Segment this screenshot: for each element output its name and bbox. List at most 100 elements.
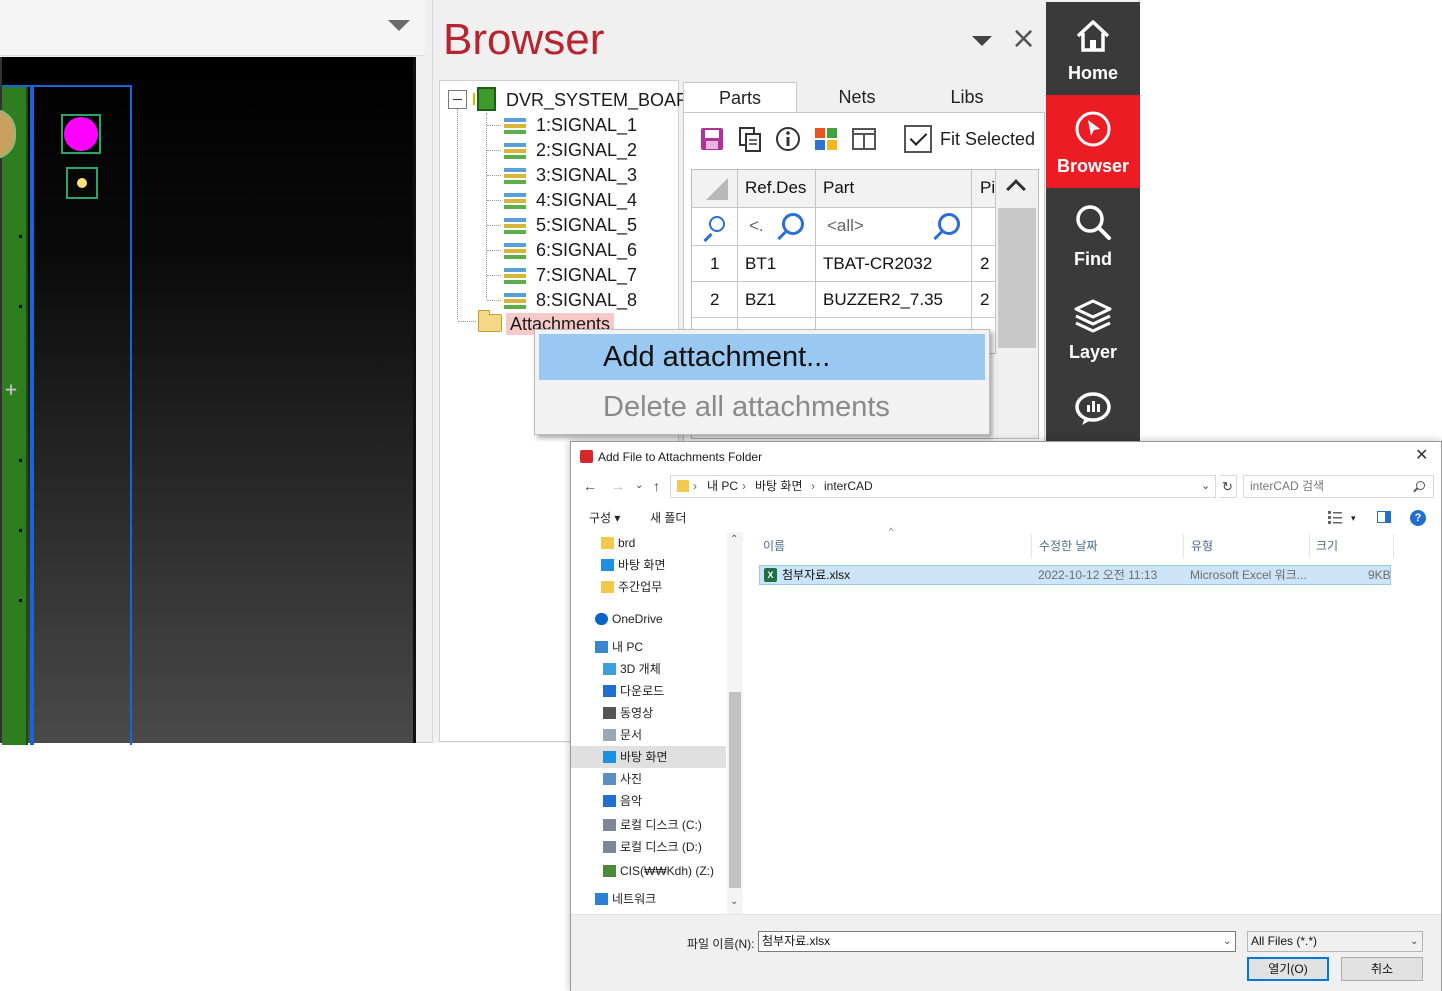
refresh-icon[interactable]: ↻ bbox=[1219, 475, 1237, 498]
nav-find[interactable]: Find bbox=[1046, 188, 1140, 281]
color-grid-icon[interactable] bbox=[812, 125, 840, 153]
columns-icon[interactable] bbox=[850, 125, 878, 153]
cell-pin[interactable]: 2 bbox=[972, 282, 996, 318]
nav-browser[interactable]: Browser bbox=[1046, 95, 1140, 188]
save-icon[interactable] bbox=[698, 125, 726, 153]
nav-pane-scrollbar[interactable]: ⌃ ⌄ bbox=[727, 532, 743, 914]
pcb-canvas[interactable]: + bbox=[0, 57, 416, 745]
nav-pane-item[interactable]: 로컬 디스크 (C:) bbox=[571, 814, 726, 836]
delete-all-attachments-menu-item[interactable]: Delete all attachments bbox=[539, 384, 985, 430]
cell-pin[interactable]: 2 bbox=[972, 246, 996, 282]
nav-layer[interactable]: Layer bbox=[1046, 281, 1140, 374]
tree-layer-item[interactable]: 7:SIGNAL_7 bbox=[536, 264, 637, 286]
filter-pin-input[interactable] bbox=[972, 208, 996, 246]
filter-search-icon[interactable] bbox=[938, 213, 960, 235]
nav-pane-item[interactable]: 동영상 bbox=[571, 702, 726, 724]
column-header-part[interactable]: Part bbox=[816, 170, 972, 208]
tree-layer-item[interactable]: 4:SIGNAL_4 bbox=[536, 189, 637, 211]
address-bar[interactable]: › 내 PC › 바탕 화면 › interCAD ⌄ bbox=[670, 475, 1216, 498]
nav-pane-item[interactable]: CIS(₩₩Kdh) (Z:) bbox=[571, 860, 726, 882]
filetype-select[interactable]: All Files (*.*) ⌄ bbox=[1247, 931, 1423, 952]
panel-menu-icon[interactable] bbox=[972, 36, 992, 46]
info-icon[interactable] bbox=[774, 125, 802, 153]
breadcrumb-pc[interactable]: 내 PC bbox=[707, 476, 738, 497]
grid-scrollbar[interactable] bbox=[996, 170, 1038, 438]
nav-pane-item[interactable]: 네트워크 bbox=[571, 888, 726, 910]
filetype-dropdown-icon[interactable]: ⌄ bbox=[1410, 932, 1418, 951]
scroll-up-icon[interactable] bbox=[1006, 179, 1026, 199]
scroll-thumb[interactable] bbox=[729, 692, 741, 888]
up-icon[interactable]: ↑ bbox=[653, 478, 660, 494]
fit-selected-checkbox[interactable] bbox=[904, 125, 932, 153]
copy-icon[interactable] bbox=[736, 125, 764, 153]
close-icon[interactable]: × bbox=[1011, 24, 1036, 54]
new-folder-button[interactable]: 새 폴더 bbox=[650, 510, 686, 526]
nav-pane-item[interactable]: 주간업무 bbox=[571, 576, 726, 598]
filename-input[interactable]: 첨부자료.xlsx ⌄ bbox=[758, 931, 1236, 952]
filename-dropdown-icon[interactable]: ⌄ bbox=[1223, 932, 1231, 951]
column-header-date[interactable]: 수정한 날짜 bbox=[1039, 538, 1098, 554]
tab-parts[interactable]: Parts bbox=[683, 82, 797, 113]
tab-nets[interactable]: Nets bbox=[801, 82, 913, 113]
nav-pane-item[interactable]: 사진 bbox=[571, 768, 726, 790]
nav-pane-item[interactable]: OneDrive bbox=[571, 608, 726, 630]
nav-pane-item[interactable]: 3D 개체 bbox=[571, 658, 726, 680]
search-input[interactable]: interCAD 검색 bbox=[1243, 475, 1434, 498]
nav-pane-item[interactable]: 내 PC bbox=[571, 636, 726, 658]
nav-home[interactable]: Home bbox=[1046, 2, 1140, 95]
collapse-toggle[interactable] bbox=[448, 90, 467, 109]
tree-layer-item[interactable]: 8:SIGNAL_8 bbox=[536, 289, 637, 311]
magenta-pad[interactable] bbox=[61, 114, 101, 154]
scroll-up-icon[interactable]: ⌃ bbox=[730, 534, 738, 545]
address-dropdown-icon[interactable]: ⌄ bbox=[1201, 476, 1210, 497]
tree-layer-item[interactable]: 1:SIGNAL_1 bbox=[536, 114, 637, 136]
nav-pane-item[interactable]: 음악 bbox=[571, 790, 726, 812]
scroll-down-icon[interactable]: ⌄ bbox=[730, 896, 738, 907]
nav-pane-item[interactable]: brd bbox=[571, 532, 726, 554]
breadcrumb-desktop[interactable]: 바탕 화면 bbox=[755, 476, 803, 497]
column-header-ref[interactable]: Ref.Des bbox=[738, 170, 816, 208]
filter-search-icon[interactable] bbox=[782, 213, 804, 235]
file-row[interactable]: X 첨부자료.xlsx 2022-10-12 오전 11:13 Microsof… bbox=[759, 565, 1391, 585]
recent-dropdown-icon[interactable]: ⌄ bbox=[635, 478, 643, 494]
canvas-dropdown-icon[interactable] bbox=[388, 20, 410, 31]
help-icon[interactable]: ? bbox=[1410, 510, 1426, 526]
filter-ref-input[interactable]: <. bbox=[738, 208, 816, 246]
cancel-button[interactable]: 취소 bbox=[1341, 957, 1423, 981]
dialog-close-icon[interactable]: ✕ bbox=[1415, 446, 1428, 466]
column-header-pin[interactable]: Pi bbox=[972, 170, 996, 208]
tree-layer-item[interactable]: 3:SIGNAL_3 bbox=[536, 164, 637, 186]
row-number[interactable]: 1 bbox=[692, 246, 738, 282]
grid-corner[interactable] bbox=[692, 170, 738, 208]
column-header-name[interactable]: 이름 bbox=[763, 538, 785, 554]
view-options-icon[interactable] bbox=[1327, 510, 1343, 524]
cell-ref[interactable]: BZ1 bbox=[738, 282, 816, 318]
add-attachment-menu-item[interactable]: Add attachment... bbox=[539, 334, 985, 380]
tree-layer-item[interactable]: 5:SIGNAL_5 bbox=[536, 214, 637, 236]
tree-layer-item[interactable]: 6:SIGNAL_6 bbox=[536, 239, 637, 261]
tab-libs[interactable]: Libs bbox=[917, 82, 1017, 113]
nav-pane-item[interactable]: 바탕 화면 bbox=[571, 554, 726, 576]
filter-part-input[interactable]: <all> bbox=[816, 208, 972, 246]
view-dropdown-icon[interactable]: ▾ bbox=[1351, 510, 1356, 526]
back-icon[interactable]: ← bbox=[583, 478, 597, 494]
nav-pane-item[interactable]: 문서 bbox=[571, 724, 726, 746]
column-header-type[interactable]: 유형 bbox=[1191, 538, 1213, 554]
row-number[interactable]: 2 bbox=[692, 282, 738, 318]
cell-part[interactable]: TBAT-CR2032 bbox=[816, 246, 972, 282]
nav-pane-item[interactable]: 다운로드 bbox=[571, 680, 726, 702]
cell-ref[interactable]: BT1 bbox=[738, 246, 816, 282]
nav-pane-item[interactable]: 로컬 디스크 (D:) bbox=[571, 836, 726, 858]
preview-pane-icon[interactable] bbox=[1377, 511, 1391, 523]
tree-layer-item[interactable]: 2:SIGNAL_2 bbox=[536, 139, 637, 161]
cell-part[interactable]: BUZZER2_7.35 bbox=[816, 282, 972, 318]
tree-root-label[interactable]: DVR_SYSTEM_BOARD bbox=[506, 89, 702, 111]
via-pad[interactable] bbox=[66, 167, 98, 199]
scroll-thumb[interactable] bbox=[998, 208, 1036, 348]
breadcrumb-intercad[interactable]: interCAD bbox=[824, 476, 873, 497]
organize-button[interactable]: 구성 ▾ bbox=[589, 510, 620, 526]
open-button[interactable]: 열기(O) bbox=[1247, 957, 1329, 981]
nav-pane-item[interactable]: 바탕 화면 bbox=[571, 746, 726, 768]
forward-icon[interactable]: → bbox=[611, 478, 625, 494]
column-header-size[interactable]: 크기 bbox=[1316, 538, 1338, 554]
